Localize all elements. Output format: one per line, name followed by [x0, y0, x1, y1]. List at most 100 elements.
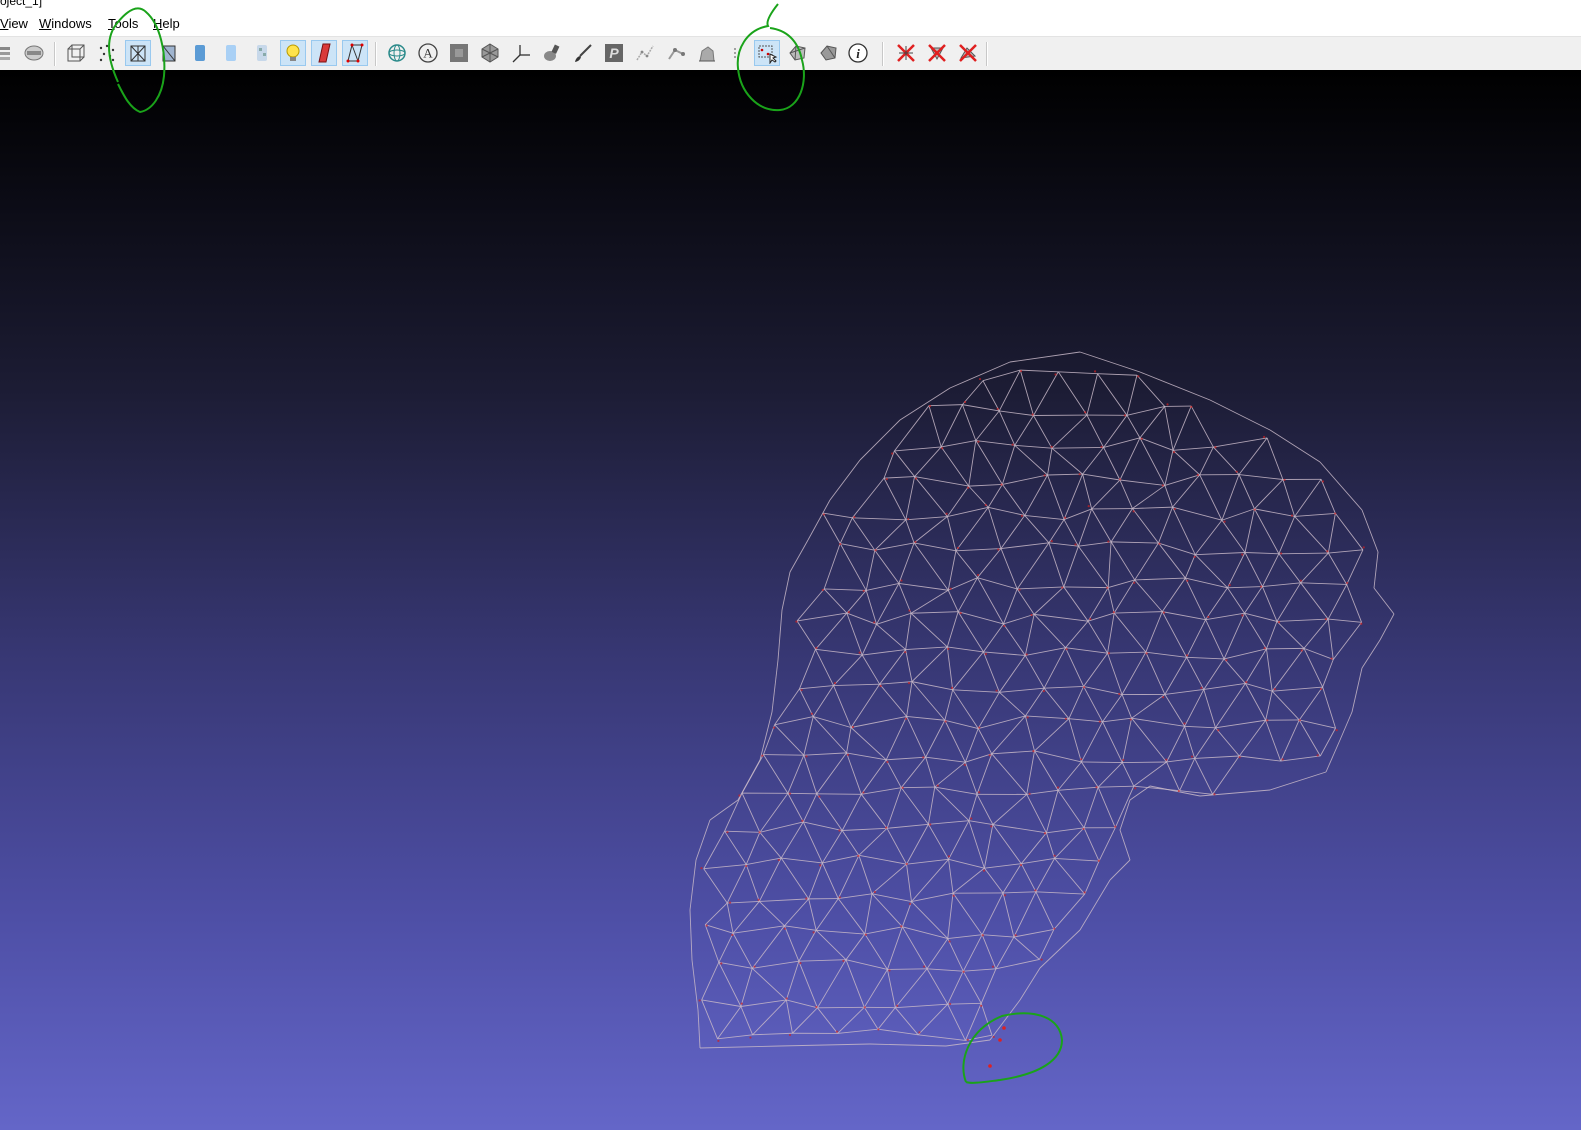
delete-faces-vertices-button[interactable]	[955, 40, 981, 66]
mesh-vertex	[984, 652, 988, 656]
mesh-edge	[718, 962, 742, 1007]
delete-faces-button[interactable]	[924, 40, 950, 66]
light-bulb-button[interactable]	[280, 40, 306, 66]
show-vertices-button[interactable]	[342, 40, 368, 66]
menu-view[interactable]: View	[0, 16, 28, 31]
mesh-edge	[1132, 506, 1173, 509]
mesh-edge	[884, 476, 915, 479]
mesh-edge	[846, 612, 877, 625]
mesh-edge	[861, 624, 877, 656]
select-faces-button[interactable]	[785, 40, 811, 66]
mesh-edge	[865, 550, 876, 591]
mesh-edge	[1020, 369, 1059, 373]
mesh-edge	[977, 692, 1000, 729]
mesh-edge	[808, 862, 823, 900]
mesh-edge	[961, 404, 977, 441]
mesh-vertex	[726, 831, 729, 834]
menu-windows[interactable]: Windows	[39, 16, 92, 31]
align-button[interactable]	[632, 40, 658, 66]
mesh-edge	[918, 1034, 966, 1041]
smooth-shading-button[interactable]	[218, 40, 244, 66]
mesh-edge	[1294, 516, 1329, 554]
delete-vertices-button[interactable]	[893, 40, 919, 66]
mesh-edge	[1014, 444, 1048, 476]
axis-button[interactable]	[508, 40, 534, 66]
mesh-edge	[1278, 553, 1302, 584]
measure-button[interactable]	[694, 40, 720, 66]
info-button[interactable]: i	[845, 40, 871, 66]
mesh-edge	[840, 543, 875, 551]
mesh-edge	[1294, 479, 1322, 517]
select-vertices-button[interactable]	[754, 40, 780, 66]
mesh-edge	[886, 787, 902, 829]
mesh-vertex	[815, 1005, 818, 1009]
mesh-edge	[798, 961, 818, 1008]
layers-icon	[0, 47, 10, 60]
bounding-box-button[interactable]	[63, 40, 89, 66]
mesh-edge	[864, 926, 903, 935]
mesh-vertex	[1346, 581, 1349, 585]
mesh-vertex	[853, 516, 856, 519]
mesh-vertex	[1290, 514, 1294, 517]
mesh-edge	[1132, 508, 1159, 544]
mesh-edge	[900, 756, 927, 788]
mesh-edge	[1134, 542, 1159, 581]
mesh-edge	[1024, 474, 1048, 516]
menu-help[interactable]: Help	[153, 16, 180, 31]
texture-button[interactable]	[249, 40, 275, 66]
mesh-vertex	[847, 611, 850, 614]
snapshot-button[interactable]	[21, 40, 47, 66]
points-button[interactable]	[94, 40, 120, 66]
mesh-edge	[821, 862, 839, 899]
mesh-edge	[998, 410, 1016, 446]
mesh-edge	[862, 649, 906, 656]
3d-viewport[interactable]	[0, 70, 1581, 1130]
mesh-edge	[1133, 761, 1167, 787]
mesh-vertex	[1283, 478, 1286, 481]
parameterization-button[interactable]: P	[601, 40, 627, 66]
mesh-edge	[906, 864, 912, 902]
color-paint-button[interactable]	[539, 40, 565, 66]
mesh-edge	[946, 646, 954, 690]
selection-fill-icon	[481, 43, 499, 63]
mesh-edge	[701, 999, 718, 1039]
select-connected-button[interactable]	[816, 40, 842, 66]
layers-button[interactable]	[0, 40, 16, 66]
flat-shading-button[interactable]	[187, 40, 213, 66]
mesh-vertex	[877, 1028, 880, 1031]
wireframe-button[interactable]	[125, 40, 151, 66]
reference-button[interactable]	[725, 40, 751, 66]
mesh-edge	[803, 752, 847, 756]
menu-bar: View Windows Tools Help	[0, 10, 1581, 36]
mesh-edge	[1269, 429, 1321, 463]
mesh-edge	[1121, 651, 1147, 695]
mesh-edge	[1244, 612, 1278, 622]
mesh-edge	[1035, 891, 1085, 895]
brush-button[interactable]	[570, 40, 596, 66]
mesh-edge	[845, 959, 865, 1008]
label-button[interactable]: A	[415, 40, 441, 66]
mesh-edge	[1083, 686, 1103, 722]
quoted-box-button[interactable]	[446, 40, 472, 66]
mesh-edge	[823, 543, 841, 590]
pick-points-button[interactable]	[663, 40, 689, 66]
double-side-lighting-button[interactable]	[311, 40, 337, 66]
mesh-edge	[1054, 827, 1085, 859]
mesh-edge	[1145, 611, 1163, 653]
mesh-edge	[1262, 553, 1280, 587]
points-icon	[99, 44, 115, 62]
mesh-vertex	[839, 542, 842, 546]
menu-tools[interactable]: Tools	[108, 16, 138, 31]
mesh-edge	[1271, 648, 1305, 692]
selection-fill-button[interactable]	[477, 40, 503, 66]
mesh-edge	[852, 477, 885, 519]
mesh-edge	[1280, 719, 1300, 762]
trackball-button[interactable]	[384, 40, 410, 66]
mesh-vertex	[970, 817, 973, 820]
mesh-edge	[1057, 786, 1099, 791]
mesh-edge	[1244, 586, 1263, 614]
mesh-vertex	[879, 684, 882, 688]
mesh-edge	[1068, 718, 1103, 723]
hidden-lines-button[interactable]	[156, 40, 182, 66]
mesh-edge	[1322, 686, 1336, 729]
